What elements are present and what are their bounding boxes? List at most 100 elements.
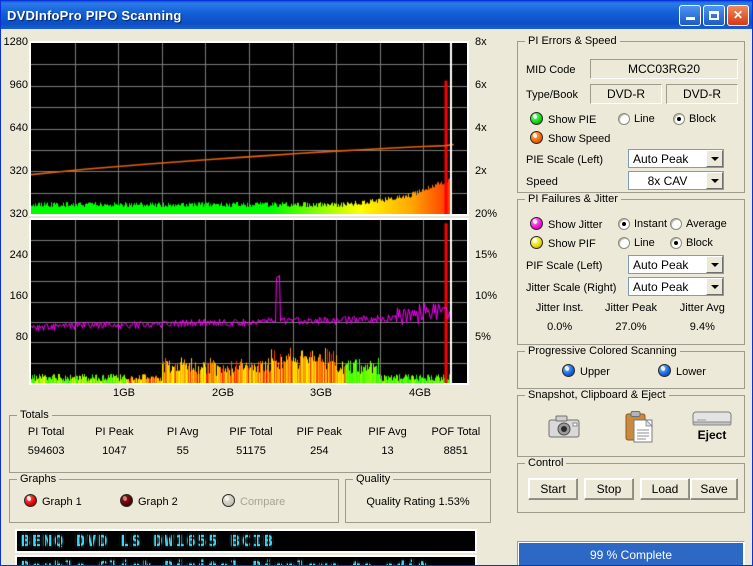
pif-block-radio[interactable]: Block	[670, 237, 713, 249]
camera-icon	[546, 412, 584, 442]
column-value: 594603	[12, 445, 80, 457]
totals-column: PI Total594603	[12, 426, 80, 457]
save-button[interactable]: Save	[690, 478, 738, 500]
quality-group: Quality Quality Rating 1.53%	[345, 479, 491, 523]
progressive-legend: Progressive Colored Scanning	[525, 345, 680, 357]
show-speed-toggle[interactable]: Show Speed	[530, 131, 610, 145]
pie-block-label: Block	[689, 113, 716, 125]
hint-text: Double-Click Digital Displays to edit	[21, 557, 429, 566]
scan-chart[interactable]	[29, 41, 469, 385]
pif-jitter-plot[interactable]	[29, 218, 469, 385]
jitter-scale-select[interactable]: Auto Peak	[628, 277, 724, 296]
pi-errors-legend: PI Errors & Speed	[525, 35, 620, 47]
close-button[interactable]: ✕	[727, 5, 749, 26]
snapshot-button[interactable]	[546, 412, 584, 442]
minimize-button[interactable]	[679, 5, 701, 26]
show-pie-label: Show PIE	[548, 114, 596, 126]
pi-failures-jitter-group: PI Failures & Jitter Show Jitter Show PI…	[517, 199, 745, 345]
speed-value: 8x CAV	[629, 174, 706, 188]
totals-group: Totals PI Total594603 PI Peak1047 PI Avg…	[9, 415, 491, 473]
stat-header: Jitter Peak	[595, 302, 666, 314]
y-left-tick: 640	[2, 122, 28, 134]
speed-select[interactable]: 8x CAV	[628, 171, 724, 190]
chevron-down-icon[interactable]	[706, 172, 723, 189]
x-tick: 1GB	[113, 387, 135, 399]
book-field: DVD-R	[666, 84, 738, 104]
minimize-icon	[686, 17, 695, 20]
pif-scale-value: Auto Peak	[629, 258, 706, 272]
quality-legend: Quality	[353, 473, 393, 485]
totals-column: PIF Avg13	[353, 426, 421, 457]
type-field: DVD-R	[590, 84, 662, 104]
totals-column: PIF Peak254	[285, 426, 353, 457]
graph1-led-icon	[24, 494, 37, 507]
jitter-instant-radio[interactable]: Instant	[618, 218, 667, 230]
graph2-led-icon	[120, 494, 133, 507]
client-area: 1280 960 640 320 320 240 160 80 8x 6x 4x…	[1, 29, 753, 566]
start-label: Start	[540, 482, 565, 496]
jitter-instant-label: Instant	[634, 218, 667, 230]
y-right-tick: 15%	[475, 249, 497, 261]
title-bar: DVDInfoPro PIPO Scanning ✕	[1, 1, 753, 29]
upper-toggle[interactable]: Upper	[562, 364, 610, 378]
pie-line-radio[interactable]: Line	[618, 113, 655, 125]
show-pif-toggle[interactable]: Show PIF	[530, 236, 596, 250]
eject-button[interactable]: Eject	[686, 408, 738, 446]
chart-left-axis: 1280 960 640 320 320 240 160 80	[1, 41, 28, 385]
y-left-tick: 160	[2, 290, 28, 302]
load-button[interactable]: Load	[640, 478, 690, 500]
column-value: 8851	[422, 445, 490, 457]
start-button[interactable]: Start	[528, 478, 578, 500]
drive-info-display[interactable]: BENQ DVD LS DW1655 BCIB	[15, 529, 477, 553]
compare-option[interactable]: Compare	[222, 494, 285, 508]
column-value: 13	[353, 445, 421, 457]
column-header: PIF Peak	[285, 426, 353, 445]
chart-right-axis: 8x 6x 4x 2x 20% 15% 10% 5%	[471, 41, 513, 385]
chevron-down-icon[interactable]	[706, 150, 723, 167]
pie-block-radio[interactable]: Block	[673, 113, 716, 125]
column-value: 51175	[217, 445, 285, 457]
column-header: PI Total	[12, 426, 80, 445]
graph2-label: Graph 2	[138, 496, 178, 508]
stat-value: 27.0%	[595, 314, 666, 333]
snapshot-legend: Snapshot, Clipboard & Eject	[525, 389, 669, 401]
pie-speed-canvas	[31, 43, 467, 214]
clipboard-button[interactable]	[622, 410, 656, 444]
stop-button[interactable]: Stop	[584, 478, 634, 500]
eject-label: Eject	[686, 428, 738, 442]
y-left-tick: 240	[2, 249, 28, 261]
show-jitter-toggle[interactable]: Show Jitter	[530, 217, 602, 231]
load-label: Load	[652, 482, 679, 496]
jitter-average-radio[interactable]: Average	[670, 218, 727, 230]
jitter-scale-value: Auto Peak	[629, 280, 706, 294]
graph1-option[interactable]: Graph 1	[24, 494, 82, 508]
jitter-average-label: Average	[686, 218, 727, 230]
mid-code-label: MID Code	[526, 64, 576, 76]
pie-scale-select[interactable]: Auto Peak	[628, 149, 724, 168]
chevron-down-icon[interactable]	[706, 278, 723, 295]
stat-value: 0.0%	[524, 314, 595, 333]
y-right-tick: 8x	[475, 36, 487, 48]
pif-line-radio[interactable]: Line	[618, 237, 655, 249]
pi-failures-legend: PI Failures & Jitter	[525, 193, 621, 205]
graphs-group: Graphs Graph 1 Graph 2 Compare	[9, 479, 339, 523]
maximize-button[interactable]	[703, 5, 725, 26]
lower-toggle[interactable]: Lower	[658, 364, 706, 378]
graph2-option[interactable]: Graph 2	[120, 494, 178, 508]
hint-display[interactable]: Double-Click Digital Displays to edit	[15, 555, 477, 566]
chevron-down-icon[interactable]	[706, 256, 723, 273]
y-left-tick: 320	[2, 165, 28, 177]
jitter-scale-label: Jitter Scale (Right)	[526, 282, 616, 294]
show-pif-label: Show PIF	[548, 238, 596, 250]
jitter-inst-stat: Jitter Inst.0.0%	[524, 302, 595, 333]
column-header: POF Total	[422, 426, 490, 445]
show-pie-toggle[interactable]: Show PIE	[530, 112, 596, 126]
close-icon: ✕	[733, 9, 743, 21]
pif-scale-select[interactable]: Auto Peak	[628, 255, 724, 274]
y-left-tick: 320	[2, 208, 28, 220]
pie-speed-plot[interactable]	[29, 41, 469, 216]
show-jitter-label: Show Jitter	[548, 219, 602, 231]
pif-scale-label: PIF Scale (Left)	[526, 260, 602, 272]
y-right-tick: 10%	[475, 290, 497, 302]
graph1-label: Graph 1	[42, 496, 82, 508]
